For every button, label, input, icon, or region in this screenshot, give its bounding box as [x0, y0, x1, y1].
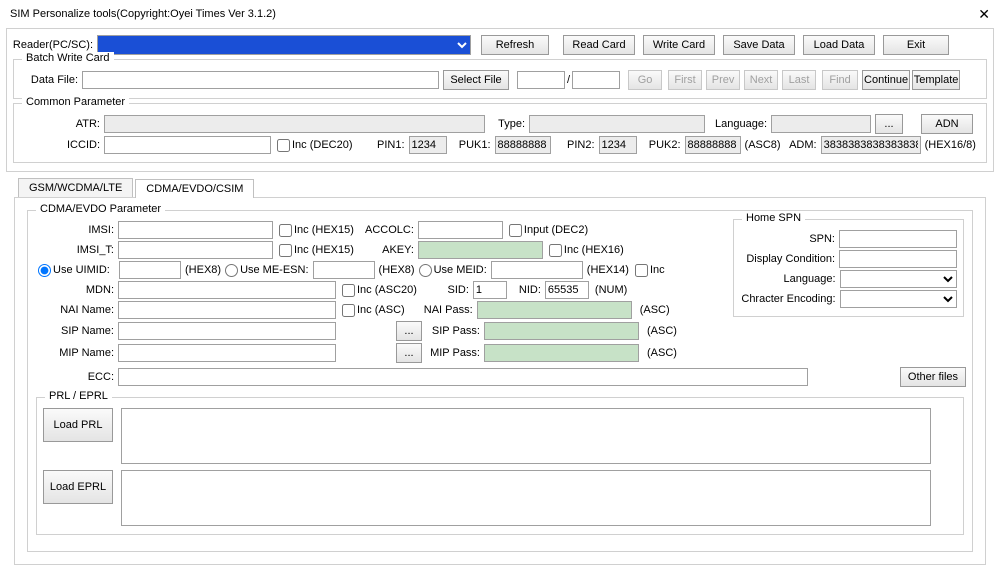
cdma-param-fieldset: CDMA/EVDO Parameter IMSI: Inc (HEX15) AC… [27, 210, 973, 552]
meesn-input[interactable] [313, 261, 375, 279]
uimid-input[interactable] [119, 261, 181, 279]
spn-input[interactable] [839, 230, 957, 248]
imsit-inc-checkbox[interactable] [279, 244, 292, 257]
prev-button[interactable]: Prev [706, 70, 740, 90]
save-data-button[interactable]: Save Data [723, 35, 795, 55]
type-input [529, 115, 705, 133]
tab-cdma[interactable]: CDMA/EVDO/CSIM [135, 179, 254, 198]
refresh-button[interactable]: Refresh [481, 35, 549, 55]
lang-input [771, 115, 871, 133]
sip-more-button[interactable]: ... [396, 321, 422, 341]
imsi-inc-checkbox[interactable] [279, 224, 292, 237]
puk1-input[interactable] [495, 136, 551, 154]
mdn-input[interactable] [118, 281, 336, 299]
read-card-button[interactable]: Read Card [563, 35, 635, 55]
sid-input[interactable] [473, 281, 507, 299]
data-file-input[interactable] [82, 71, 439, 89]
exit-button[interactable]: Exit [883, 35, 949, 55]
accolc-input[interactable] [418, 221, 503, 239]
load-eprl-button[interactable]: Load EPRL [43, 470, 113, 504]
home-spn-fieldset: Home SPN SPN: Display Condition: Languag… [733, 219, 964, 317]
nai-pass-input[interactable] [477, 301, 632, 319]
home-lang-select[interactable] [840, 270, 957, 288]
meid-input[interactable] [491, 261, 583, 279]
write-card-button[interactable]: Write Card [643, 35, 715, 55]
other-files-button[interactable]: Other files [900, 367, 966, 387]
nid-input[interactable] [545, 281, 589, 299]
reader-label: Reader(PC/SC): [11, 39, 97, 51]
batch-n1-input[interactable] [517, 71, 565, 89]
meid-inc-checkbox[interactable] [635, 264, 648, 277]
go-button[interactable]: Go [628, 70, 662, 90]
imsit-input[interactable] [118, 241, 273, 259]
mip-pass-input[interactable] [484, 344, 639, 362]
common-param-fieldset: Common Parameter ATR: Type: Language: ..… [13, 103, 987, 163]
close-icon[interactable]: ✕ [978, 6, 990, 23]
ecc-input[interactable] [118, 368, 808, 386]
use-meid-radio[interactable] [419, 264, 432, 277]
sip-name-input[interactable] [118, 322, 336, 340]
mdn-inc-checkbox[interactable] [342, 284, 355, 297]
sip-pass-input[interactable] [484, 322, 639, 340]
mip-more-button[interactable]: ... [396, 343, 422, 363]
batch-n2-input[interactable] [572, 71, 620, 89]
nai-name-input[interactable] [118, 301, 336, 319]
akey-inc-checkbox[interactable] [549, 244, 562, 257]
nai-inc-checkbox[interactable] [342, 304, 355, 317]
select-file-button[interactable]: Select File [443, 70, 509, 90]
template-button[interactable]: Template [912, 70, 960, 90]
next-button[interactable]: Next [744, 70, 778, 90]
atr-input [104, 115, 485, 133]
last-button[interactable]: Last [782, 70, 816, 90]
home-enc-select[interactable] [840, 290, 957, 308]
mip-name-input[interactable] [118, 344, 336, 362]
accolc-input-checkbox[interactable] [509, 224, 522, 237]
imsi-input[interactable] [118, 221, 273, 239]
load-prl-button[interactable]: Load PRL [43, 408, 113, 442]
disp-cond-input[interactable] [839, 250, 957, 268]
puk2-input[interactable] [685, 136, 741, 154]
eprl-textarea[interactable] [121, 470, 931, 526]
find-button[interactable]: Find [822, 70, 858, 90]
pin1-input[interactable] [409, 136, 447, 154]
use-uimid-radio[interactable] [38, 264, 51, 277]
adm-input[interactable] [821, 136, 921, 154]
prl-fieldset: PRL / EPRL Load PRL Load EPRL [36, 397, 964, 535]
iccid-input[interactable] [104, 136, 271, 154]
akey-input[interactable] [418, 241, 543, 259]
batch-write-fieldset: Batch Write Card Data File: Select File … [13, 59, 987, 99]
window-title: SIM Personalize tools(Copyright:Oyei Tim… [10, 8, 276, 20]
adn-button[interactable]: ADN [921, 114, 973, 134]
reader-select[interactable] [97, 35, 471, 55]
lang-more-button[interactable]: ... [875, 114, 903, 134]
first-button[interactable]: First [668, 70, 702, 90]
use-meesn-radio[interactable] [225, 264, 238, 277]
iccid-inc-checkbox[interactable] [277, 139, 290, 152]
prl-textarea[interactable] [121, 408, 931, 464]
continue-button[interactable]: Continue [862, 70, 910, 90]
tab-gsm[interactable]: GSM/WCDMA/LTE [18, 178, 133, 197]
load-data-button[interactable]: Load Data [803, 35, 875, 55]
pin2-input[interactable] [599, 136, 637, 154]
